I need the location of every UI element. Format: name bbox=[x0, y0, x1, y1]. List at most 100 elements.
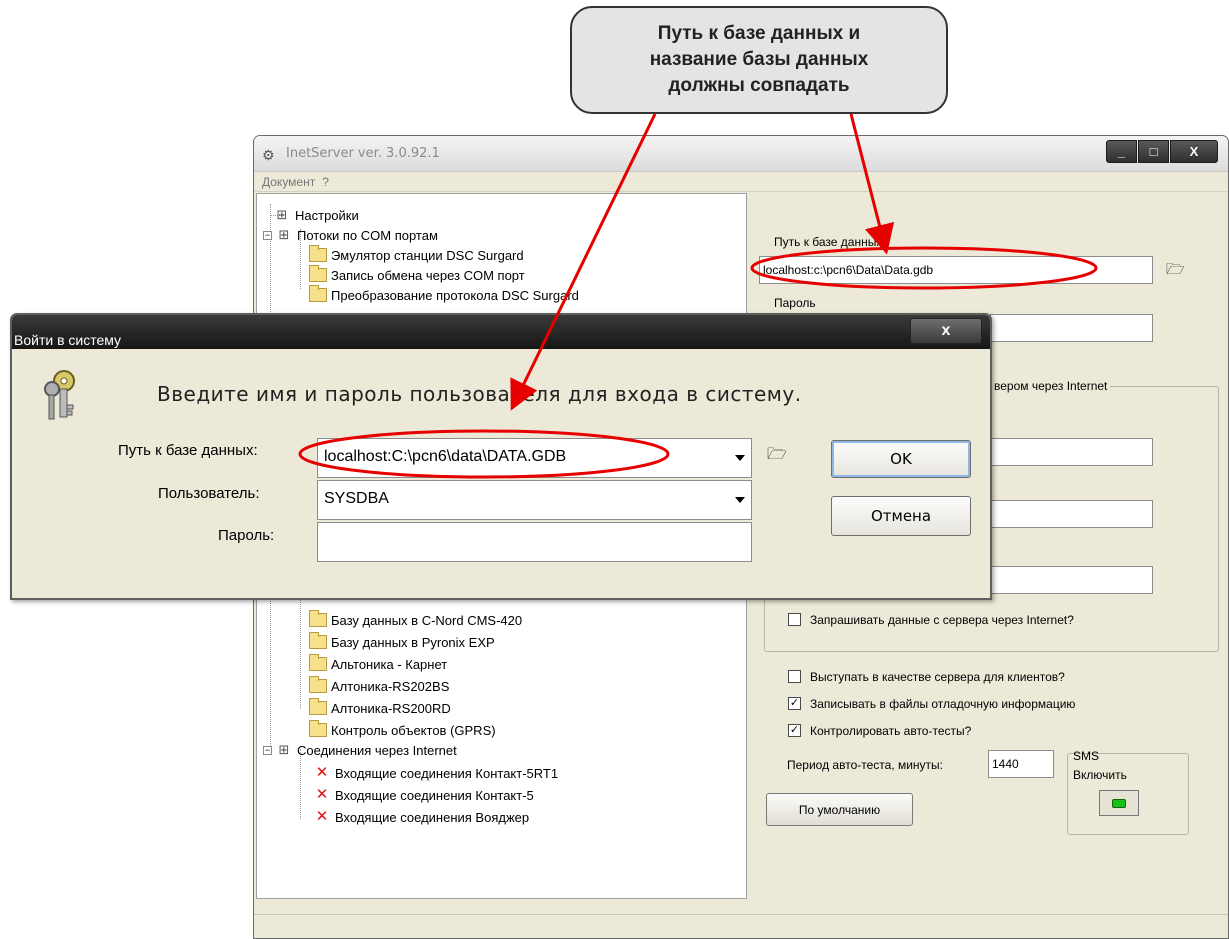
folder-icon bbox=[309, 632, 327, 649]
dialog-close-button[interactable]: x bbox=[910, 318, 982, 344]
chevron-down-icon[interactable] bbox=[735, 497, 745, 503]
minimize-button[interactable]: _ bbox=[1106, 140, 1137, 163]
cancel-button[interactable]: Отмена bbox=[831, 496, 971, 536]
control-autotests-label: Контролировать авто-тесты? bbox=[810, 724, 972, 738]
defaults-button[interactable]: По умолчанию bbox=[766, 793, 913, 826]
password-input[interactable] bbox=[990, 314, 1153, 342]
annotation-callout: Путь к базе данных и название базы данны… bbox=[570, 6, 948, 114]
password-label: Пароль bbox=[774, 296, 816, 310]
tree-label: Базу данных в Pyronix EXP bbox=[331, 634, 495, 650]
chevron-down-icon[interactable] bbox=[735, 455, 745, 461]
tree-label: Соединения через Internet bbox=[297, 742, 457, 758]
browse-folder-icon[interactable]: 🗁 bbox=[1166, 259, 1185, 284]
tree-item[interactable]: ✕ Входящие соединения Контакт-5RT1 bbox=[313, 763, 558, 783]
tree-label: Альтоника - Карнет bbox=[331, 656, 448, 672]
tree-label: Эмулятор станции DSC Surgard bbox=[331, 247, 524, 263]
tree-label: Входящие соединения Контакт-5RT1 bbox=[335, 765, 559, 781]
tree-label: Преобразование протокола DSC Surgard bbox=[331, 287, 579, 303]
network-icon: ⊞ bbox=[278, 742, 290, 757]
tree-item[interactable]: Запись обмена через COM порт bbox=[309, 265, 525, 285]
callout-line-3: должны совпадать bbox=[668, 75, 850, 96]
tree-item[interactable]: Альтоника - Карнет bbox=[309, 654, 447, 674]
tree-label: Алтоника-RS202BS bbox=[331, 678, 450, 694]
main-window-title: InetServer ver. 3.0.92.1 bbox=[286, 146, 440, 161]
tree-label: Настройки bbox=[295, 207, 359, 223]
main-titlebar[interactable]: ⚙ InetServer ver. 3.0.92.1 _ □ X bbox=[254, 136, 1228, 172]
menubar: Документ ? bbox=[254, 172, 1228, 192]
folder-icon bbox=[309, 698, 327, 715]
folder-icon bbox=[309, 654, 327, 671]
maximize-button[interactable]: □ bbox=[1138, 140, 1169, 163]
groupbox-title: вером через Internet bbox=[991, 379, 1111, 393]
login-titlebar[interactable]: Войти в систему x bbox=[12, 315, 990, 349]
server-port-input[interactable] bbox=[990, 500, 1153, 528]
tree-label: Базу данных в C-Nord CMS-420 bbox=[331, 612, 523, 628]
folder-icon bbox=[309, 245, 327, 262]
folder-icon bbox=[309, 285, 327, 302]
db-path-combobox[interactable]: localhost:C:\pcn6\data\DATA.GDB bbox=[317, 438, 752, 478]
request-data-label: Запрашивать данные с сервера через Inter… bbox=[810, 613, 1074, 627]
status-led-icon bbox=[1112, 798, 1126, 808]
write-debug-label: Записывать в файлы отладочную информацию bbox=[810, 697, 1076, 711]
close-button[interactable]: X bbox=[1170, 140, 1218, 163]
ok-button[interactable]: OK bbox=[831, 440, 971, 478]
tree-item-com-streams[interactable]: − ⊞ Потоки по COM портам bbox=[263, 225, 438, 245]
callout-line-2: название базы данных bbox=[649, 49, 869, 70]
db-path-value: localhost:C:\pcn6\data\DATA.GDB bbox=[324, 448, 567, 465]
period-label: Период авто-теста, минуты: bbox=[787, 758, 944, 772]
tree-item-settings[interactable]: ⊞ Настройки bbox=[270, 205, 359, 225]
tree-item[interactable]: Алтоника-RS200RD bbox=[309, 698, 451, 718]
tree-item[interactable]: Преобразование протокола DSC Surgard bbox=[309, 285, 579, 305]
folder-icon bbox=[309, 676, 327, 693]
period-input[interactable]: 1440 bbox=[988, 750, 1054, 778]
browse-folder-icon[interactable]: 🗁 bbox=[767, 443, 787, 470]
tree-item[interactable]: Базу данных в Pyronix EXP bbox=[309, 632, 495, 652]
collapse-icon[interactable]: − bbox=[263, 230, 272, 240]
tree-item[interactable]: ✕ Входящие соединения Контакт-5 bbox=[313, 785, 534, 805]
tree-label: Запись обмена через COM порт bbox=[331, 267, 525, 283]
sms-toggle[interactable] bbox=[1099, 790, 1139, 816]
tree-item[interactable]: Контроль объектов (GPRS) bbox=[309, 720, 496, 740]
tree-item[interactable]: Алтоника-RS202BS bbox=[309, 676, 449, 696]
keys-icon bbox=[44, 370, 75, 420]
server-address-input[interactable] bbox=[990, 438, 1153, 466]
password-input[interactable] bbox=[317, 522, 752, 562]
user-value: SYSDBA bbox=[324, 490, 389, 507]
tree-item[interactable]: ✕ Входящие соединения Вояджер bbox=[313, 807, 529, 827]
network-icon: ⊞ bbox=[276, 207, 288, 222]
user-label: Пользователь: bbox=[158, 485, 260, 502]
control-autotests-checkbox[interactable]: ✓ bbox=[788, 724, 801, 737]
disconnected-icon: ✕ bbox=[315, 808, 329, 825]
tree-item[interactable]: Эмулятор станции DSC Surgard bbox=[309, 245, 524, 265]
menu-help[interactable]: ? bbox=[320, 172, 334, 191]
tree-label: Контроль объектов (GPRS) bbox=[331, 722, 496, 738]
sms-title: SMS bbox=[1073, 749, 1100, 763]
tree-item-internet[interactable]: − ⊞ Соединения через Internet bbox=[263, 740, 457, 760]
tree-label: Потоки по COM портам bbox=[297, 227, 438, 243]
login-dialog: Войти в систему x Введите имя и пароль п… bbox=[10, 313, 992, 600]
tree-label: Алтоника-RS200RD bbox=[331, 700, 451, 716]
password-label: Пароль: bbox=[218, 527, 275, 544]
login-title: Войти в систему bbox=[14, 332, 122, 348]
user-combobox[interactable]: SYSDBA bbox=[317, 480, 752, 520]
db-path-input[interactable]: localhost:c:\pcn6\Data\Data.gdb bbox=[759, 256, 1153, 284]
disconnected-icon: ✕ bbox=[315, 786, 329, 803]
db-path-label: Путь к базе данных: bbox=[118, 442, 258, 459]
folder-icon bbox=[309, 720, 327, 737]
tree-item[interactable]: Базу данных в C-Nord CMS-420 bbox=[309, 610, 522, 630]
server-password-input[interactable] bbox=[990, 566, 1153, 594]
db-path-label: Путь к базе данных bbox=[774, 235, 883, 249]
window-controls: _ □ X bbox=[1105, 140, 1218, 163]
tree-label: Входящие соединения Вояджер bbox=[335, 809, 530, 825]
request-data-checkbox[interactable] bbox=[788, 613, 801, 626]
collapse-icon[interactable]: − bbox=[263, 745, 272, 755]
tree-label: Входящие соединения Контакт-5 bbox=[335, 787, 534, 803]
write-debug-checkbox[interactable]: ✓ bbox=[788, 697, 801, 710]
menu-document[interactable]: Документ bbox=[260, 172, 320, 191]
act-server-checkbox[interactable] bbox=[788, 670, 801, 683]
disconnected-icon: ✕ bbox=[315, 764, 329, 781]
login-heading: Введите имя и пароль пользователя для вх… bbox=[157, 382, 802, 406]
callout-line-1: Путь к базе данных и bbox=[657, 23, 861, 44]
folder-icon bbox=[309, 265, 327, 282]
network-icon: ⊞ bbox=[278, 227, 290, 242]
